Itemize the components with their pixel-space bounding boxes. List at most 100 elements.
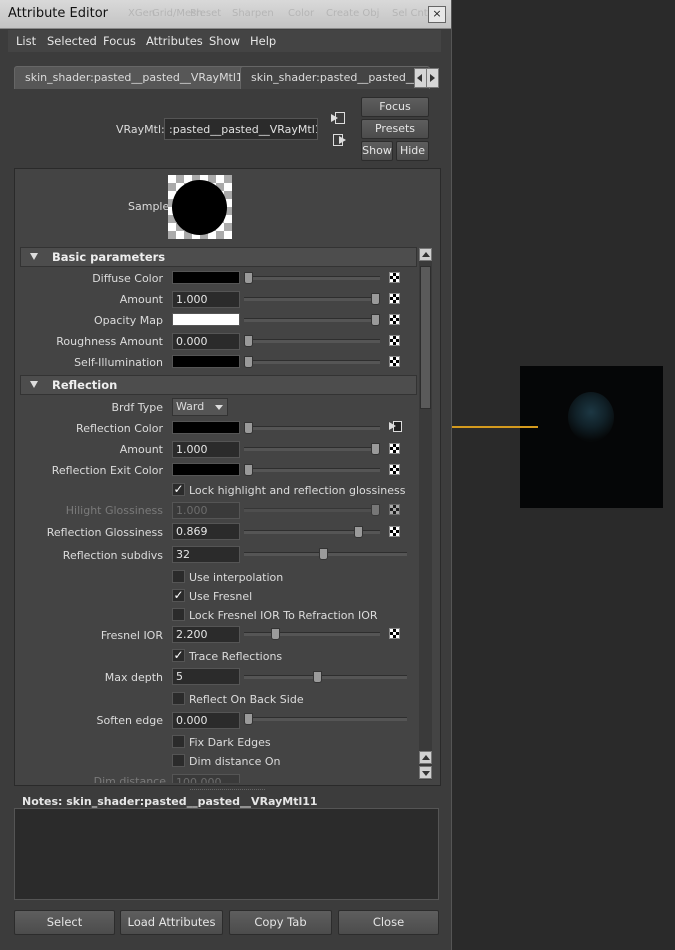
basic-parameters-header[interactable]: Basic parameters [20, 247, 417, 267]
self-illumination-label: Self-Illumination [74, 356, 163, 369]
opacity-map-swatch[interactable] [172, 313, 240, 326]
roughness-field[interactable]: 0.000 [172, 333, 240, 350]
background-ghost-text: Create Obj [326, 8, 380, 19]
attributes-scrollbar[interactable] [419, 248, 432, 780]
lock-fresnel-ior-checkbox[interactable] [172, 608, 185, 621]
menu-attributes[interactable]: Attributes [146, 34, 203, 48]
tab-scroll-right-button[interactable] [426, 68, 439, 88]
slider-thumb[interactable] [271, 628, 280, 640]
background-ghost-text: Preset [190, 8, 222, 19]
self-illumination-slider[interactable] [244, 356, 380, 368]
slider-thumb[interactable] [319, 548, 328, 560]
menu-show[interactable]: Show [209, 34, 240, 48]
reflection-glossiness-field[interactable]: 0.869 [172, 523, 240, 540]
soften-edge-slider[interactable] [244, 713, 407, 725]
fresnel-ior-field[interactable]: 2.200 [172, 626, 240, 643]
soften-edge-field[interactable]: 0.000 [172, 712, 240, 729]
close-button[interactable]: Close [338, 910, 439, 935]
reflection-amount-map-button[interactable] [389, 443, 400, 454]
brdf-type-dropdown[interactable]: Ward [172, 398, 228, 416]
roughness-slider[interactable] [244, 335, 380, 347]
use-fresnel-checkbox[interactable]: ✓ [172, 589, 185, 602]
menu-list[interactable]: List [16, 34, 36, 48]
dim-distance-on-checkbox[interactable] [172, 754, 185, 767]
max-depth-field[interactable]: 5 [172, 668, 240, 685]
fresnel-ior-slider[interactable] [244, 628, 380, 640]
opacity-map-button[interactable] [389, 314, 400, 325]
node-tabs: skin_shader:pasted__pasted__VRayMtl11 sk… [8, 64, 441, 89]
title-bar[interactable]: Attribute Editor XGen Grid/Mesh Preset S… [0, 0, 451, 29]
diffuse-color-swatch[interactable] [172, 271, 240, 284]
focus-button[interactable]: Focus [361, 97, 429, 117]
self-illumination-map-button[interactable] [389, 356, 400, 367]
diffuse-map-button[interactable] [389, 272, 400, 283]
slider-thumb[interactable] [244, 356, 253, 368]
scroll-down-button[interactable] [419, 766, 432, 779]
resize-grip[interactable] [190, 789, 265, 792]
reflection-subdivs-label: Reflection subdivs [62, 549, 163, 562]
slider-thumb[interactable] [371, 314, 380, 326]
reflection-glossiness-map-button[interactable] [389, 526, 400, 537]
material-name-field[interactable]: :pasted__pasted__VRayMtl11 [164, 118, 318, 140]
reflection-header[interactable]: Reflection [20, 375, 417, 395]
slider-thumb[interactable] [354, 526, 363, 538]
slider-thumb[interactable] [371, 443, 380, 455]
reflection-exit-color-swatch[interactable] [172, 463, 240, 476]
self-illumination-swatch[interactable] [172, 355, 240, 368]
slider-thumb[interactable] [244, 422, 253, 434]
lock-highlight-checkbox[interactable]: ✓ [172, 483, 185, 496]
menu-selected[interactable]: Selected [47, 34, 97, 48]
slider-thumb[interactable] [371, 293, 380, 305]
load-attributes-button[interactable]: Load Attributes [120, 910, 223, 935]
scrollbar-thumb[interactable] [420, 266, 431, 409]
presets-button[interactable]: Presets [361, 119, 429, 139]
reflection-color-connected-icon[interactable] [389, 421, 402, 432]
fix-dark-edges-checkbox[interactable] [172, 735, 185, 748]
diffuse-amount-field[interactable]: 1.000 [172, 291, 240, 308]
show-button[interactable]: Show [361, 141, 393, 161]
hilight-glossiness-slider [244, 504, 380, 516]
tab-vraymtl[interactable]: skin_shader:pasted__pasted__VRayMtl11 [14, 66, 250, 89]
slider-thumb[interactable] [244, 335, 253, 347]
slider-thumb[interactable] [244, 272, 253, 284]
material-sample-swatch[interactable] [168, 175, 232, 239]
max-depth-slider[interactable] [244, 671, 407, 683]
slider-thumb[interactable] [244, 464, 253, 476]
roughness-map-button[interactable] [389, 335, 400, 346]
reflection-color-slider[interactable] [244, 422, 380, 434]
reflection-exit-color-slider[interactable] [244, 464, 380, 476]
select-button[interactable]: Select [14, 910, 115, 935]
reflect-on-back-side-checkbox[interactable] [172, 692, 185, 705]
output-connections-icon[interactable] [333, 134, 347, 146]
scroll-up-button[interactable] [419, 248, 432, 261]
reflection-subdivs-field[interactable]: 32 [172, 546, 240, 563]
reflection-glossiness-slider[interactable] [244, 526, 380, 538]
slider-thumb[interactable] [244, 713, 253, 725]
lock-fresnel-ior-label: Lock Fresnel IOR To Refraction IOR [189, 609, 378, 622]
menu-focus[interactable]: Focus [103, 34, 136, 48]
use-interpolation-checkbox[interactable] [172, 570, 185, 583]
fresnel-ior-map-button[interactable] [389, 628, 400, 639]
scroll-up-button[interactable] [419, 751, 432, 764]
reflection-color-swatch[interactable] [172, 421, 240, 434]
slider-thumb[interactable] [313, 671, 322, 683]
reflection-subdivs-slider[interactable] [244, 548, 407, 560]
trace-reflections-checkbox[interactable]: ✓ [172, 649, 185, 662]
copy-tab-button[interactable]: Copy Tab [229, 910, 332, 935]
menu-help[interactable]: Help [250, 34, 276, 48]
opacity-map-slider[interactable] [244, 314, 380, 326]
notes-textarea[interactable] [14, 808, 439, 900]
tab-second-node[interactable]: skin_shader:pasted__pasted__R [240, 66, 430, 89]
use-interpolation-label: Use interpolation [189, 571, 284, 584]
chevron-down-icon [215, 405, 223, 410]
amount-map-button[interactable] [389, 293, 400, 304]
reflection-amount-field[interactable]: 1.000 [172, 441, 240, 458]
reflection-amount-slider[interactable] [244, 443, 380, 455]
diffuse-amount-slider[interactable] [244, 293, 380, 305]
window-close-button[interactable]: × [428, 6, 446, 23]
hide-button[interactable]: Hide [396, 141, 429, 161]
diffuse-color-slider[interactable] [244, 272, 380, 284]
fix-dark-edges-label: Fix Dark Edges [189, 736, 271, 749]
input-connections-icon[interactable] [331, 112, 345, 124]
reflection-exit-map-button[interactable] [389, 464, 400, 475]
